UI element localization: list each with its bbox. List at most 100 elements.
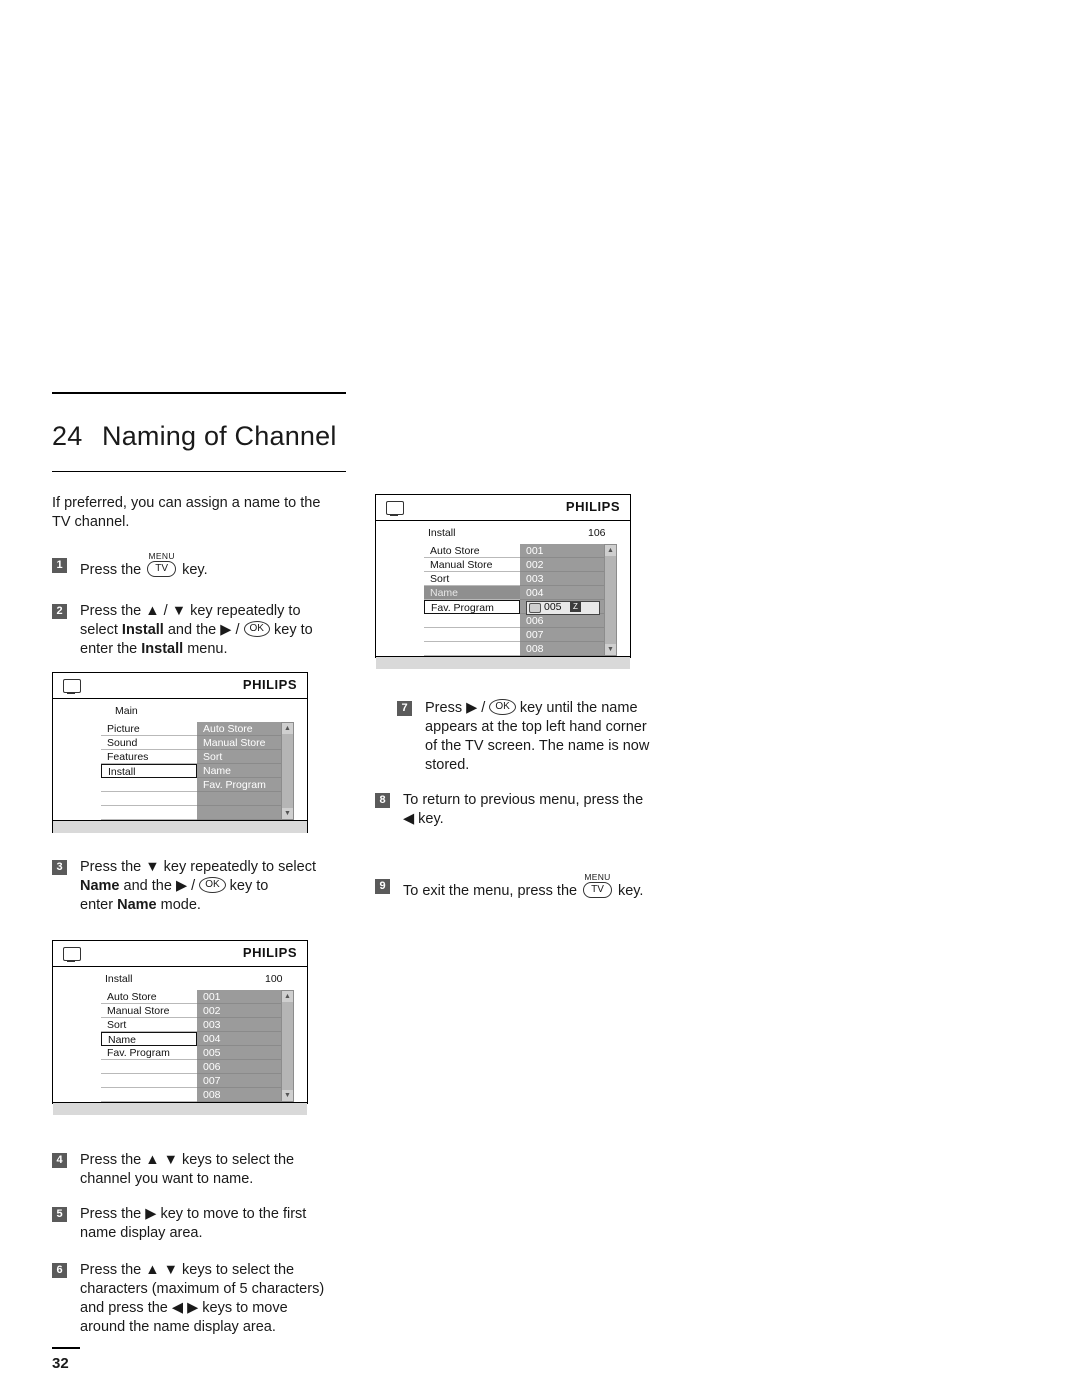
step-4-line2: channel you want to name. <box>80 1171 254 1187</box>
tv-install-ch-006: 006 <box>197 1060 281 1074</box>
ok-key-cap: OK <box>243 621 270 638</box>
step-1-number: 1 <box>52 558 67 573</box>
tv-name-ch-004: 004 <box>520 586 604 600</box>
ok-key-cap-3: OK <box>489 699 516 716</box>
tv-main-sub-blank-2 <box>197 806 281 820</box>
tv-install-ch-008: 008 <box>197 1088 281 1102</box>
tv-name-ch-008: 008 <box>520 642 604 656</box>
scroll-down-icon-3[interactable]: ▼ <box>605 644 616 655</box>
step-1-text-before: Press the <box>80 561 142 578</box>
tv-name-left-list: Auto Store Manual Store Sort Name Fav. P… <box>424 544 520 656</box>
step-4-line1: Press the ▲ ▼ keys to select the <box>80 1152 295 1168</box>
tv-main-sub-auto-store: Auto Store <box>197 722 281 736</box>
step-8: 8 To return to previous menu, press the … <box>375 791 723 829</box>
tv-name-item-name: Name <box>424 586 520 600</box>
tv-install-item-fav-program: Fav. Program <box>101 1046 197 1060</box>
step-8-number: 8 <box>375 793 390 808</box>
tv-menu-key-2: MENU TV <box>583 873 612 901</box>
page-number: 32 <box>52 1355 69 1372</box>
tv-install-channel-value: 100 <box>265 973 283 985</box>
tv-name-item-fav-program: Fav. Program <box>424 600 520 614</box>
tv-install-left-list: Auto Store Manual Store Sort Name Fav. P… <box>101 990 197 1102</box>
menu-key-label-2: MENU <box>584 872 611 882</box>
tv-install-ch-001: 001 <box>197 990 281 1004</box>
tv-install-ch-007: 007 <box>197 1074 281 1088</box>
tv-key-cap: TV <box>147 561 177 578</box>
tv-main-item-features: Features <box>101 750 197 764</box>
tv-name-item-blank-2 <box>424 628 520 642</box>
step-9-line1: To exit the menu, press the <box>403 882 578 899</box>
step-3-line2b: key to <box>229 878 269 894</box>
step-6: 6 Press the ▲ ▼ keys to select the chara… <box>52 1261 380 1337</box>
tv-name-right-list: 001 002 003 004 005 Z 006 007 008 <box>520 544 604 656</box>
tv-main-item-install: Install <box>101 764 197 778</box>
tv-install-item-sort: Sort <box>101 1018 197 1032</box>
tv-main-item-blank-3 <box>101 806 197 820</box>
scroll-up-icon-3[interactable]: ▲ <box>605 545 616 556</box>
tv-icon-2 <box>63 947 83 962</box>
tv-install-item-blank-1 <box>101 1060 197 1074</box>
step-7-number: 7 <box>397 701 412 716</box>
tv-main-item-sound: Sound <box>101 736 197 750</box>
tv-name-scrollbar[interactable]: ▲ ▼ <box>604 544 617 656</box>
tv-install-ch-003: 003 <box>197 1018 281 1032</box>
tv-key-cap-2: TV <box>583 882 612 899</box>
philips-logo: PHILIPS <box>242 677 297 692</box>
step-3-number: 3 <box>52 860 67 875</box>
step-2-number: 2 <box>52 604 67 619</box>
tv-main-sub-manual-store: Manual Store <box>197 736 281 750</box>
scroll-down-icon-2[interactable]: ▼ <box>282 1090 293 1101</box>
tv-name-item-sort: Sort <box>424 572 520 586</box>
step-9-number: 9 <box>375 879 390 894</box>
step-3: 3 Press the ▼ key repeatedly to select N… <box>52 858 380 915</box>
menu-key-label: MENU <box>148 551 175 561</box>
tv-install-ch-002: 002 <box>197 1004 281 1018</box>
tv-main-item-blank-1 <box>101 778 197 792</box>
tv-install-scrollbar[interactable]: ▲ ▼ <box>281 990 294 1102</box>
tv-main-menu-label: Main <box>115 705 138 717</box>
tv-name-ch-006: 006 <box>520 614 604 628</box>
scroll-up-icon[interactable]: ▲ <box>282 723 293 734</box>
manual-page: 24 Naming of Channel If preferred, you ca… <box>0 0 1080 1397</box>
tv-main-scrollbar[interactable]: ▲ ▼ <box>281 722 294 820</box>
tv-name-item-blank-1 <box>424 614 520 628</box>
scroll-up-icon-2[interactable]: ▲ <box>282 991 293 1002</box>
step-7-line1a: Press ▶ / <box>425 700 486 716</box>
step-6-number: 6 <box>52 1263 67 1278</box>
tv-install-item-blank-2 <box>101 1074 197 1088</box>
tv-main-shadow-bottom <box>53 820 307 833</box>
tv-install-item-manual-store: Manual Store <box>101 1004 197 1018</box>
tv-name-ch-005-value: 005 <box>544 601 562 613</box>
tv-screenshot-name-edit: PHILIPS Install 106 Auto Store Manual St… <box>375 494 631 669</box>
step-6-line3: and press the ◀ ▶ keys to move <box>80 1300 288 1316</box>
tv-main-sub-blank-1 <box>197 792 281 806</box>
step-1-text-after: key. <box>182 561 208 578</box>
tv-screenshot-install: PHILIPS Install 100 Auto Store Manual St… <box>52 940 308 1115</box>
step-5: 5 Press the ▶ key to move to the first n… <box>52 1205 380 1243</box>
tv-main-item-blank-2 <box>101 792 197 806</box>
step-3-line3a: enter <box>80 897 114 913</box>
tv-main-header: PHILIPS <box>53 673 307 699</box>
step-5-line1: Press the ▶ key to move to the first <box>80 1206 307 1222</box>
philips-logo-3: PHILIPS <box>565 499 620 514</box>
tv-name-ch-002: 002 <box>520 558 604 572</box>
step-8-line1: To return to previous menu, press the <box>403 792 644 808</box>
section-title: Naming of Channel <box>102 421 337 451</box>
scroll-down-icon[interactable]: ▼ <box>282 808 293 819</box>
step-3-bold-name-2: Name <box>117 897 157 913</box>
step-6-line1: Press the ▲ ▼ keys to select the <box>80 1262 295 1278</box>
tv-name-item-manual-store: Manual Store <box>424 558 520 572</box>
section-number: 24 <box>52 421 83 451</box>
tv-install-shadow-bottom <box>53 1102 307 1115</box>
tv-install-header: PHILIPS <box>53 941 307 967</box>
page-title: 24 Naming of Channel <box>52 421 337 452</box>
step-5-line2: name display area. <box>80 1225 203 1241</box>
tv-install-item-blank-3 <box>101 1088 197 1102</box>
step-4: 4 Press the ▲ ▼ keys to select the chann… <box>52 1151 380 1189</box>
intro-paragraph: If preferred, you can assign a name to t… <box>52 495 321 530</box>
step-2: 2 Press the ▲ / ▼ key repeatedly to sele… <box>52 602 352 659</box>
step-3-line1: Press the ▼ key repeatedly to select <box>80 859 316 875</box>
tv-install-menu-label: Install <box>105 973 133 985</box>
tv-install-right-list: 001 002 003 004 005 006 007 008 <box>197 990 281 1102</box>
title-rule-bottom <box>52 471 346 472</box>
